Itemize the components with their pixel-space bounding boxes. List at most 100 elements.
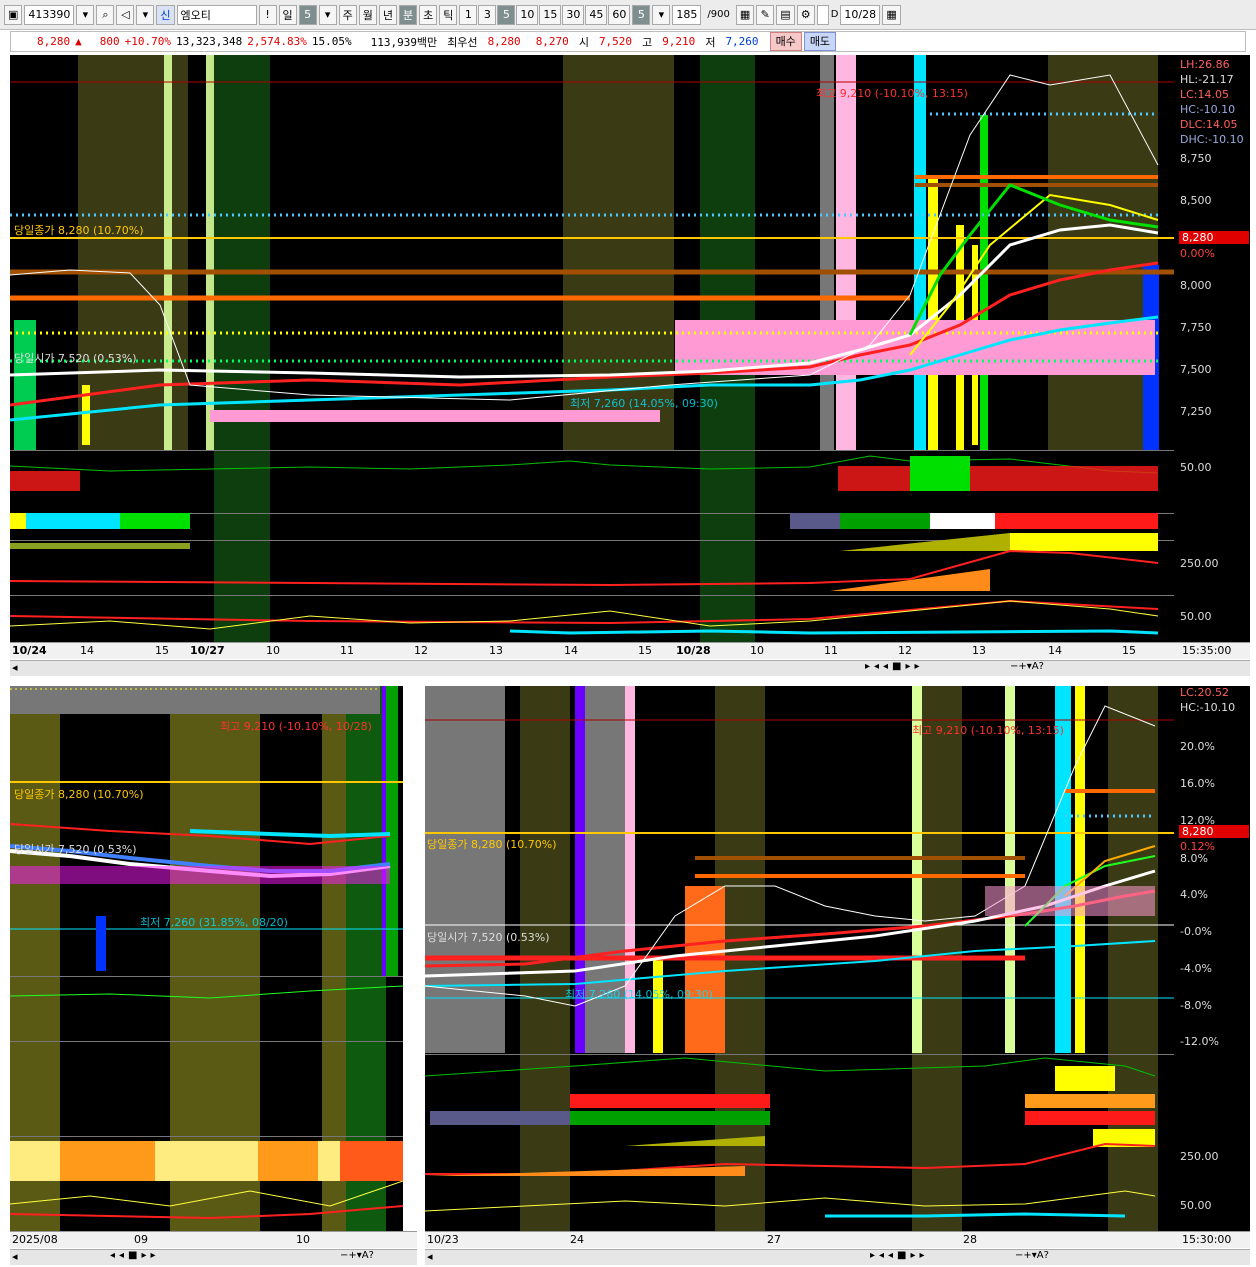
period-week-button[interactable]: 주 (338, 4, 357, 25)
indicator-tick: 250.00 (1180, 1150, 1219, 1163)
x-tick: 10/24 (12, 644, 47, 657)
stock-name-field[interactable]: 엠오티 (176, 4, 257, 25)
alert-button[interactable]: ! (258, 4, 277, 25)
interval-button-10[interactable]: 10 (516, 4, 539, 25)
period-year-button[interactable]: 년 (378, 4, 398, 25)
zoom-controls[interactable]: −+▾A? (1010, 661, 1044, 672)
interval-button-60[interactable]: 60 (608, 4, 631, 25)
playback-controls[interactable]: ▸◂◂■▸▸ (870, 1250, 929, 1261)
time-label: 15:35:00 (1182, 644, 1232, 657)
intraday-chart-top[interactable]: 최고 9,210 (-10.10%, 13:15) 당일종가 8,280 (10… (10, 55, 1174, 642)
interval-button-45[interactable]: 45 (585, 4, 608, 25)
grid-icon[interactable]: ▦ (735, 4, 755, 25)
x-tick: 09 (134, 1233, 148, 1246)
period-minute-button[interactable]: 분 (399, 4, 418, 25)
y-tick: -0.0% (1180, 925, 1212, 938)
x-tick: 10/27 (190, 644, 225, 657)
period-month-button[interactable]: 월 (358, 4, 377, 25)
hc-label: HC:-10.10 (1180, 103, 1236, 116)
date-input[interactable]: 10/28 (840, 4, 881, 25)
low-annotation: 최저 7,260 (31.85%, 08/20) (140, 916, 288, 929)
y-tick: 4.0% (1180, 888, 1208, 901)
scroll-left-icon[interactable]: ◂ (12, 661, 18, 674)
high-annotation: 최고 9,210 (-10.10%, 13:15) (912, 724, 1064, 737)
period-tick-button[interactable]: 틱 (439, 4, 458, 25)
x-tick: 15 (155, 644, 169, 657)
interval-button-5[interactable]: 5 (497, 4, 516, 25)
tools-icon[interactable]: ✎ (756, 4, 775, 25)
interval-button-15[interactable]: 15 (539, 4, 562, 25)
zoom-controls[interactable]: −+▾A? (340, 1250, 374, 1261)
ask-price: 8,280 (487, 35, 521, 48)
dlc-label: DLC:14.05 (1180, 118, 1238, 131)
last-price-marker: 8,280 (1179, 231, 1249, 244)
count-total: /900 (707, 9, 730, 20)
y-tick: 8,500 (1180, 194, 1212, 207)
playback-controls[interactable]: ◂◂■▸▸ (110, 1250, 160, 1261)
dhc-label: DHC:-10.10 (1180, 133, 1244, 146)
intraday-chart-bottom-right[interactable]: 최고 9,210 (-10.10%, 13:15) 당일종가 8,280 (10… (425, 686, 1174, 1231)
volume: 13,323,348 (175, 35, 243, 48)
up-arrow-icon: ▲ (75, 35, 82, 48)
open-annotation: 당일시가 7,520 (0.53%) (14, 352, 137, 365)
br-chart-svg (425, 686, 1174, 1231)
close-annotation: 당일종가 8,280 (10.70%) (427, 838, 557, 851)
interval-button-1[interactable]: 1 (459, 4, 478, 25)
x-tick: 24 (570, 1233, 584, 1246)
search-icon[interactable]: ⌕ (96, 4, 115, 25)
interval-button-3[interactable]: 3 (478, 4, 497, 25)
last-price-marker: 8,280 (1179, 825, 1249, 838)
br-x-axis: 10/23 24 27 28 15:30:00 (425, 1231, 1250, 1248)
count-input[interactable]: 185 (672, 4, 702, 25)
interval-select[interactable]: 5 (632, 4, 651, 25)
scroll-left-icon[interactable]: ◂ (427, 1250, 433, 1263)
y-tick: -12.0% (1180, 1035, 1219, 1048)
bl-scrollbar[interactable]: ◂ ◂◂■▸▸ −+▾A? (10, 1249, 417, 1265)
stock-badge: 신 (156, 4, 175, 25)
sell-button[interactable]: 매도 (803, 32, 837, 51)
calendar-icon[interactable]: ▦ (882, 4, 901, 25)
buy-button[interactable]: 매수 (769, 32, 802, 51)
period-day-count[interactable]: 5 (298, 4, 317, 25)
divider (10, 976, 403, 977)
interval-button-30[interactable]: 30 (562, 4, 585, 25)
toolbar: ▣ 413390 ▾ ⌕ ◁ ▾ 신 엠오티 ! 일 5 ▾ 주 월 년 분 초… (0, 0, 1256, 30)
x-tick: 11 (340, 644, 354, 657)
zoom-controls[interactable]: −+▾A? (1015, 1250, 1049, 1261)
window-icon[interactable]: ▣ (4, 4, 23, 25)
playback-controls[interactable]: ▸◂◂■▸▸ (865, 661, 924, 672)
x-tick: 12 (414, 644, 428, 657)
stock-code-input[interactable]: 413390 (24, 4, 75, 25)
y-tick: -4.0% (1180, 962, 1212, 975)
date-checkbox[interactable] (816, 4, 829, 25)
dropdown-icon[interactable]: ▾ (76, 4, 95, 25)
bl-chart-svg (10, 686, 403, 1231)
y-tick: 8,000 (1180, 279, 1212, 292)
indicator-tick: 50.00 (1180, 610, 1212, 623)
hc-label: HC:-10.10 (1180, 701, 1236, 714)
top-scrollbar[interactable]: ◂ ▸◂◂■▸▸ −+▾A? (10, 660, 1250, 676)
top-indicators-svg (10, 455, 1159, 635)
gear-icon[interactable]: ⚙ (796, 4, 815, 25)
chevron-down-icon[interactable]: ▾ (652, 4, 671, 25)
high-label: 고 (642, 35, 653, 49)
chevron-down-icon[interactable]: ▾ (136, 4, 155, 25)
save-icon[interactable]: ▤ (776, 4, 795, 25)
x-tick: 10 (750, 644, 764, 657)
indicator-tick: 50.00 (1180, 1199, 1212, 1212)
br-scrollbar[interactable]: ◂ ▸◂◂■▸▸ −+▾A? (425, 1249, 1250, 1265)
period-day-button[interactable]: 일 (278, 4, 297, 25)
hl-label: HL:-21.17 (1180, 73, 1234, 86)
price-change: 800 (99, 35, 120, 48)
scroll-left-icon[interactable]: ◂ (12, 1250, 18, 1263)
chevron-down-icon[interactable]: ▾ (318, 4, 337, 25)
period-second-button[interactable]: 초 (419, 4, 438, 25)
bl-x-axis: 2025/08 09 10 (10, 1231, 417, 1248)
quote-bar: 8,280 ▲ 800 +10.70% 13,323,348 2,574.83%… (10, 31, 1246, 52)
y-tick: 16.0% (1180, 777, 1215, 790)
speaker-icon[interactable]: ◁ (116, 4, 135, 25)
time-label: 15:30:00 (1182, 1233, 1232, 1246)
open-label: 시 (578, 35, 589, 49)
daily-chart-bottom-left[interactable]: 최고 9,210 (-10.10%, 10/28) 당일종가 8,280 (10… (10, 686, 403, 1231)
divider (10, 1041, 403, 1042)
